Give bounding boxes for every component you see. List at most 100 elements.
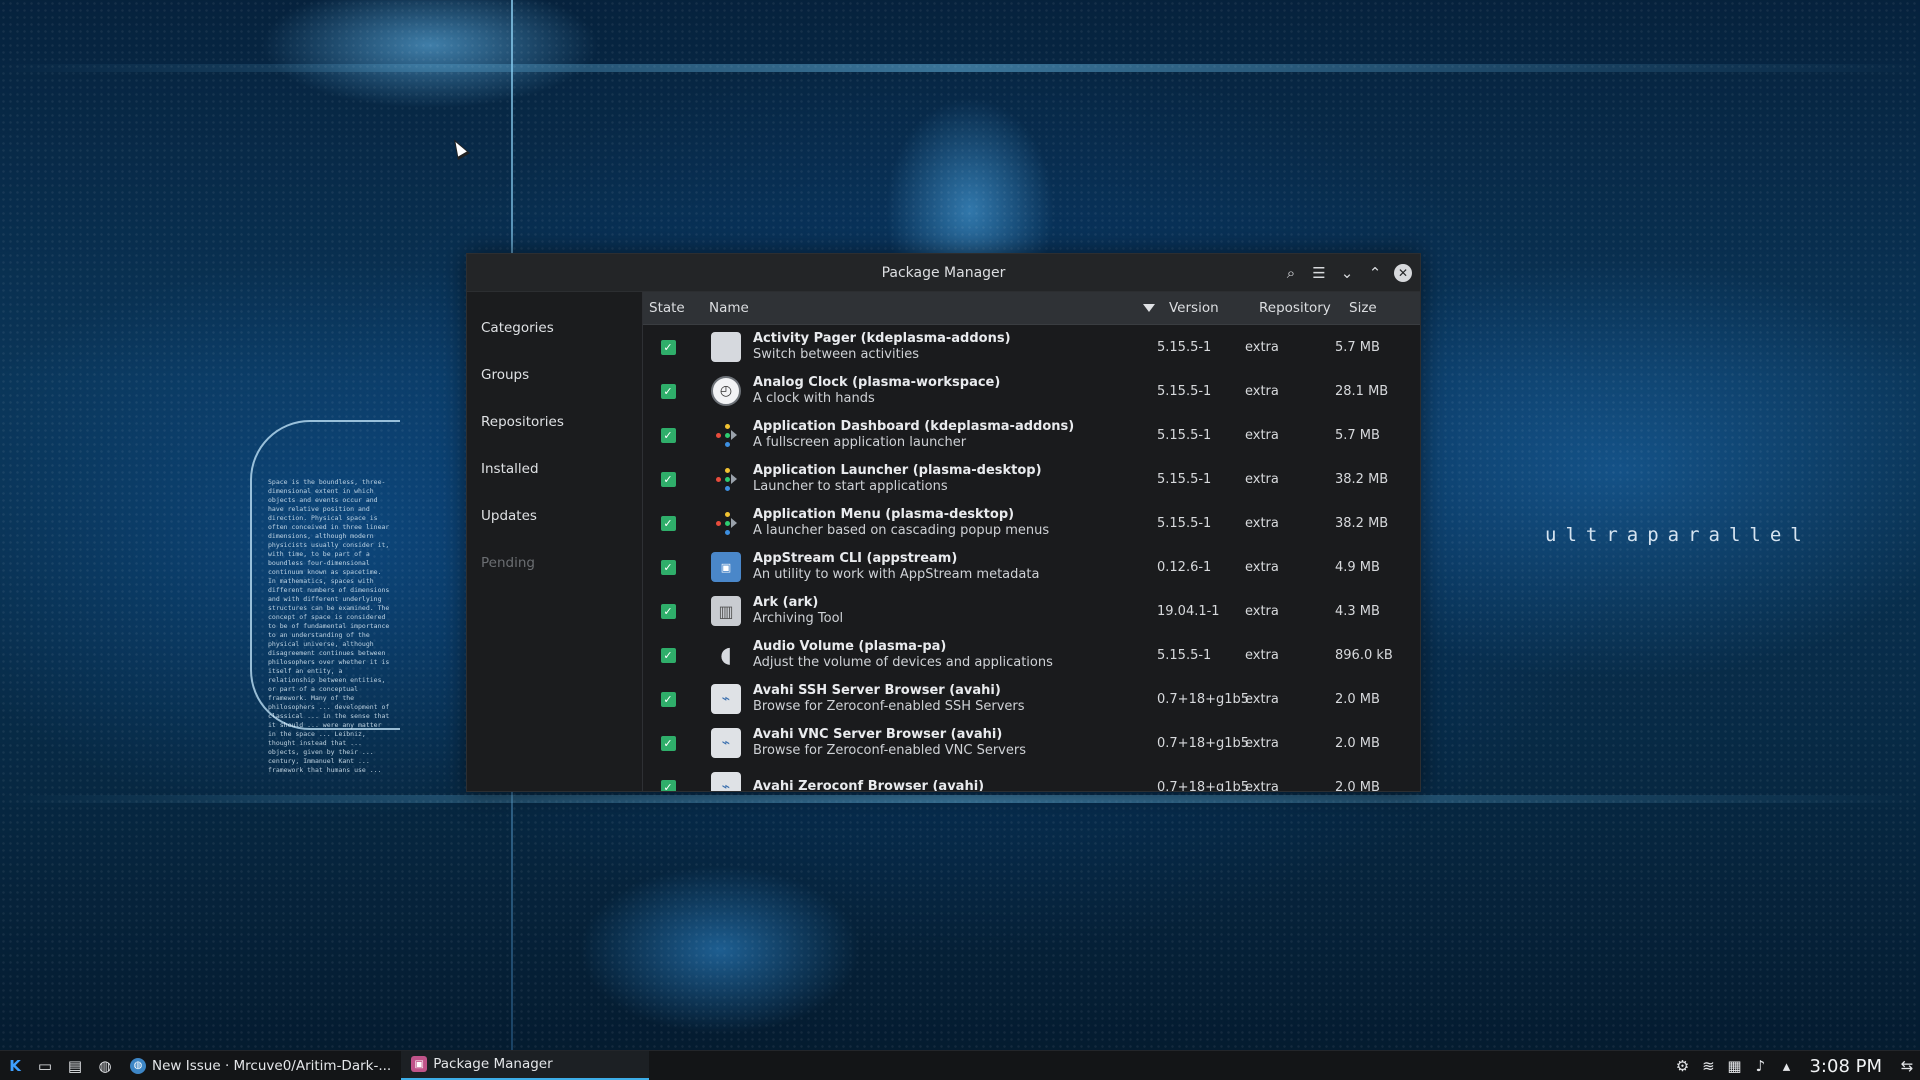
column-header-repository[interactable]: Repository [1253,300,1343,316]
table-row[interactable]: ✓ ⌁ Avahi VNC Server Browser (avahi) Browse… [643,721,1420,765]
table-row[interactable]: ✓ ◖ Audio Volume (plasma-pa) Adjust the vol… [643,633,1420,677]
clock[interactable]: 3:08 PM [1809,1056,1882,1077]
state-cell: ✓ [643,691,703,707]
package-version: 5.15.5-1 [1157,427,1212,443]
package-name-cell: Analog Clock (plasma-workspace) A clock w… [749,375,1157,407]
package-repository: extra [1245,339,1279,355]
package-title: Activity Pager (kdeplasma-addons) [753,331,1011,346]
package-description: Archiving Tool [753,611,844,626]
installed-checkbox[interactable]: ✓ [660,735,676,751]
package-version: 0.7+18+g1b5 [1157,691,1250,707]
settings-gear-icon[interactable]: ⚙ [1669,1051,1695,1080]
package-size: 28.1 MB [1335,383,1389,399]
package-name-cell: AppStream CLI (appstream) An utility to w… [749,551,1157,583]
application-menu-icon [711,508,741,538]
task-new-issue-mrcuve0-aritim-dark[interactable]: ◍ New Issue · Mrcuve0/Aritim-Dark-... [120,1051,401,1080]
browser-icon: ◍ [130,1057,146,1074]
column-header-size[interactable]: Size [1343,300,1420,316]
audio-volume-icon: ◖ [720,642,732,668]
package-version: 19.04.1-1 [1157,603,1220,619]
installed-checkbox[interactable]: ✓ [660,427,676,443]
sidebar-item-groups[interactable]: Groups [467,351,642,398]
package-name-cell: Audio Volume (plasma-pa) Adjust the volum… [749,639,1157,671]
wallpaper-light-band [0,64,1920,72]
avahi-vnc-icon: ⌁ [711,728,741,758]
table-row[interactable]: ✓ ⌁ Avahi SSH Server Browser (avahi) Browse… [643,677,1420,721]
maximize-button[interactable]: ⌃ [1364,262,1386,284]
table-row[interactable]: ✓ Application Menu (plasma-desktop) A laun… [643,501,1420,545]
installed-checkbox[interactable]: ✓ [660,383,676,399]
search-icon[interactable]: ⌕ [1280,262,1302,284]
state-cell: ✓ [643,427,703,443]
table-row[interactable]: ✓ ◴ Analog Clock (plasma-workspace) A clock… [643,369,1420,413]
package-version: 0.12.6-1 [1157,559,1212,575]
table-row[interactable]: ✓ ⌁ Avahi Zeroconf Browser (avahi) 0.7+18+g… [643,765,1420,791]
package-icon-cell [703,508,749,538]
sidebar-item-installed[interactable]: Installed [467,445,642,492]
installed-checkbox[interactable]: ✓ [660,471,676,487]
task-package-manager[interactable]: ▣ Package Manager [401,1050,650,1080]
table-row[interactable]: ✓ Application Launcher (plasma-desktop) La… [643,457,1420,501]
system-tray: ⚙ ≋ ▦ ♪ ▴ 3:08 PM ⇆ [1669,1051,1920,1080]
package-title: Avahi SSH Server Browser (avahi) [753,683,1001,698]
close-button[interactable]: ✕ [1394,264,1412,282]
application-dashboard-icon [711,420,741,450]
column-header-name[interactable]: Name [703,300,1163,316]
clipboard-icon[interactable]: ▦ [1721,1051,1747,1080]
wifi-icon[interactable]: ≋ [1695,1051,1721,1080]
activity-pager-icon [711,332,741,362]
package-icon-cell: ⌁ [703,728,749,758]
state-cell: ✓ [643,559,703,575]
column-header-state[interactable]: State [643,300,703,316]
state-cell: ✓ [643,647,703,663]
package-repository: extra [1245,383,1279,399]
installed-checkbox[interactable]: ✓ [660,603,676,619]
avahi-zeroconf-icon: ⌁ [711,772,741,791]
wallpaper-light-band [0,795,1920,803]
sidebar-item-categories[interactable]: Categories [467,304,642,351]
task-label: Package Manager [433,1056,553,1072]
package-repository: extra [1245,735,1279,751]
package-description: Switch between activities [753,347,920,362]
file-manager-icon[interactable]: ▤ [60,1051,90,1080]
window-title: Package Manager [881,264,1006,281]
table-row[interactable]: ✓ ▥ Ark (ark) Archiving Tool 19.04.1-1 extra 4… [643,589,1420,633]
package-name-cell: Application Menu (plasma-desktop) A launc… [749,507,1157,539]
expand-tray-icon[interactable]: ▴ [1773,1051,1799,1080]
browser-icon[interactable]: ◍ [90,1051,120,1080]
state-cell: ✓ [643,603,703,619]
package-version: 0.7+18+g1b5 [1157,779,1250,792]
package-title: Application Launcher (plasma-desktop) [753,463,1042,478]
sidebar-item-repositories[interactable]: Repositories [467,398,642,445]
window-titlebar[interactable]: Package Manager ⌕ ☰ ⌄ ⌃ ✕ [467,254,1420,292]
package-size: 2.0 MB [1335,735,1380,751]
sidebar-item-pending: Pending [481,554,535,571]
package-name-cell: Application Dashboard (kdeplasma-addons)… [749,419,1157,451]
hamburger-menu-icon[interactable]: ☰ [1308,262,1330,284]
application-launcher-icon[interactable]: K [0,1051,30,1080]
package-size: 896.0 kB [1335,647,1393,663]
package-size: 2.0 MB [1335,691,1380,707]
terminal-icon[interactable]: ▭ [30,1051,60,1080]
installed-checkbox[interactable]: ✓ [660,515,676,531]
package-description: A launcher based on cascading popup menu… [753,523,1050,538]
show-desktop-icon[interactable]: ⇆ [1894,1051,1920,1080]
installed-checkbox[interactable]: ✓ [660,647,676,663]
installed-checkbox[interactable]: ✓ [660,339,676,355]
sidebar-item-updates[interactable]: Updates [467,492,642,539]
application-launcher-icon [711,464,741,494]
table-row[interactable]: ✓ Application Dashboard (kdeplasma-addons… [643,413,1420,457]
installed-checkbox[interactable]: ✓ [660,779,676,791]
volume-icon[interactable]: ♪ [1747,1051,1773,1080]
column-header-version[interactable]: Version [1163,300,1253,316]
package-name-cell: Activity Pager (kdeplasma-addons) Switch … [749,331,1157,363]
task-list: ◍ New Issue · Mrcuve0/Aritim-Dark-... ▣ Pac… [120,1050,650,1080]
package-table-body: ✓ Activity Pager (kdeplasma-addons) Switch… [643,325,1420,791]
taskbar: K ▭ ▤ ◍ ◍ New Issue · Mrcuve0/Aritim-Dark… [0,1050,1920,1080]
installed-checkbox[interactable]: ✓ [660,559,676,575]
table-row[interactable]: ✓ ▣ AppStream CLI (appstream) An utility to… [643,545,1420,589]
installed-checkbox[interactable]: ✓ [660,691,676,707]
table-row[interactable]: ✓ Activity Pager (kdeplasma-addons) Switch… [643,325,1420,369]
minimize-button[interactable]: ⌄ [1336,262,1358,284]
table-header: State Name Version Repository Size [643,292,1420,325]
